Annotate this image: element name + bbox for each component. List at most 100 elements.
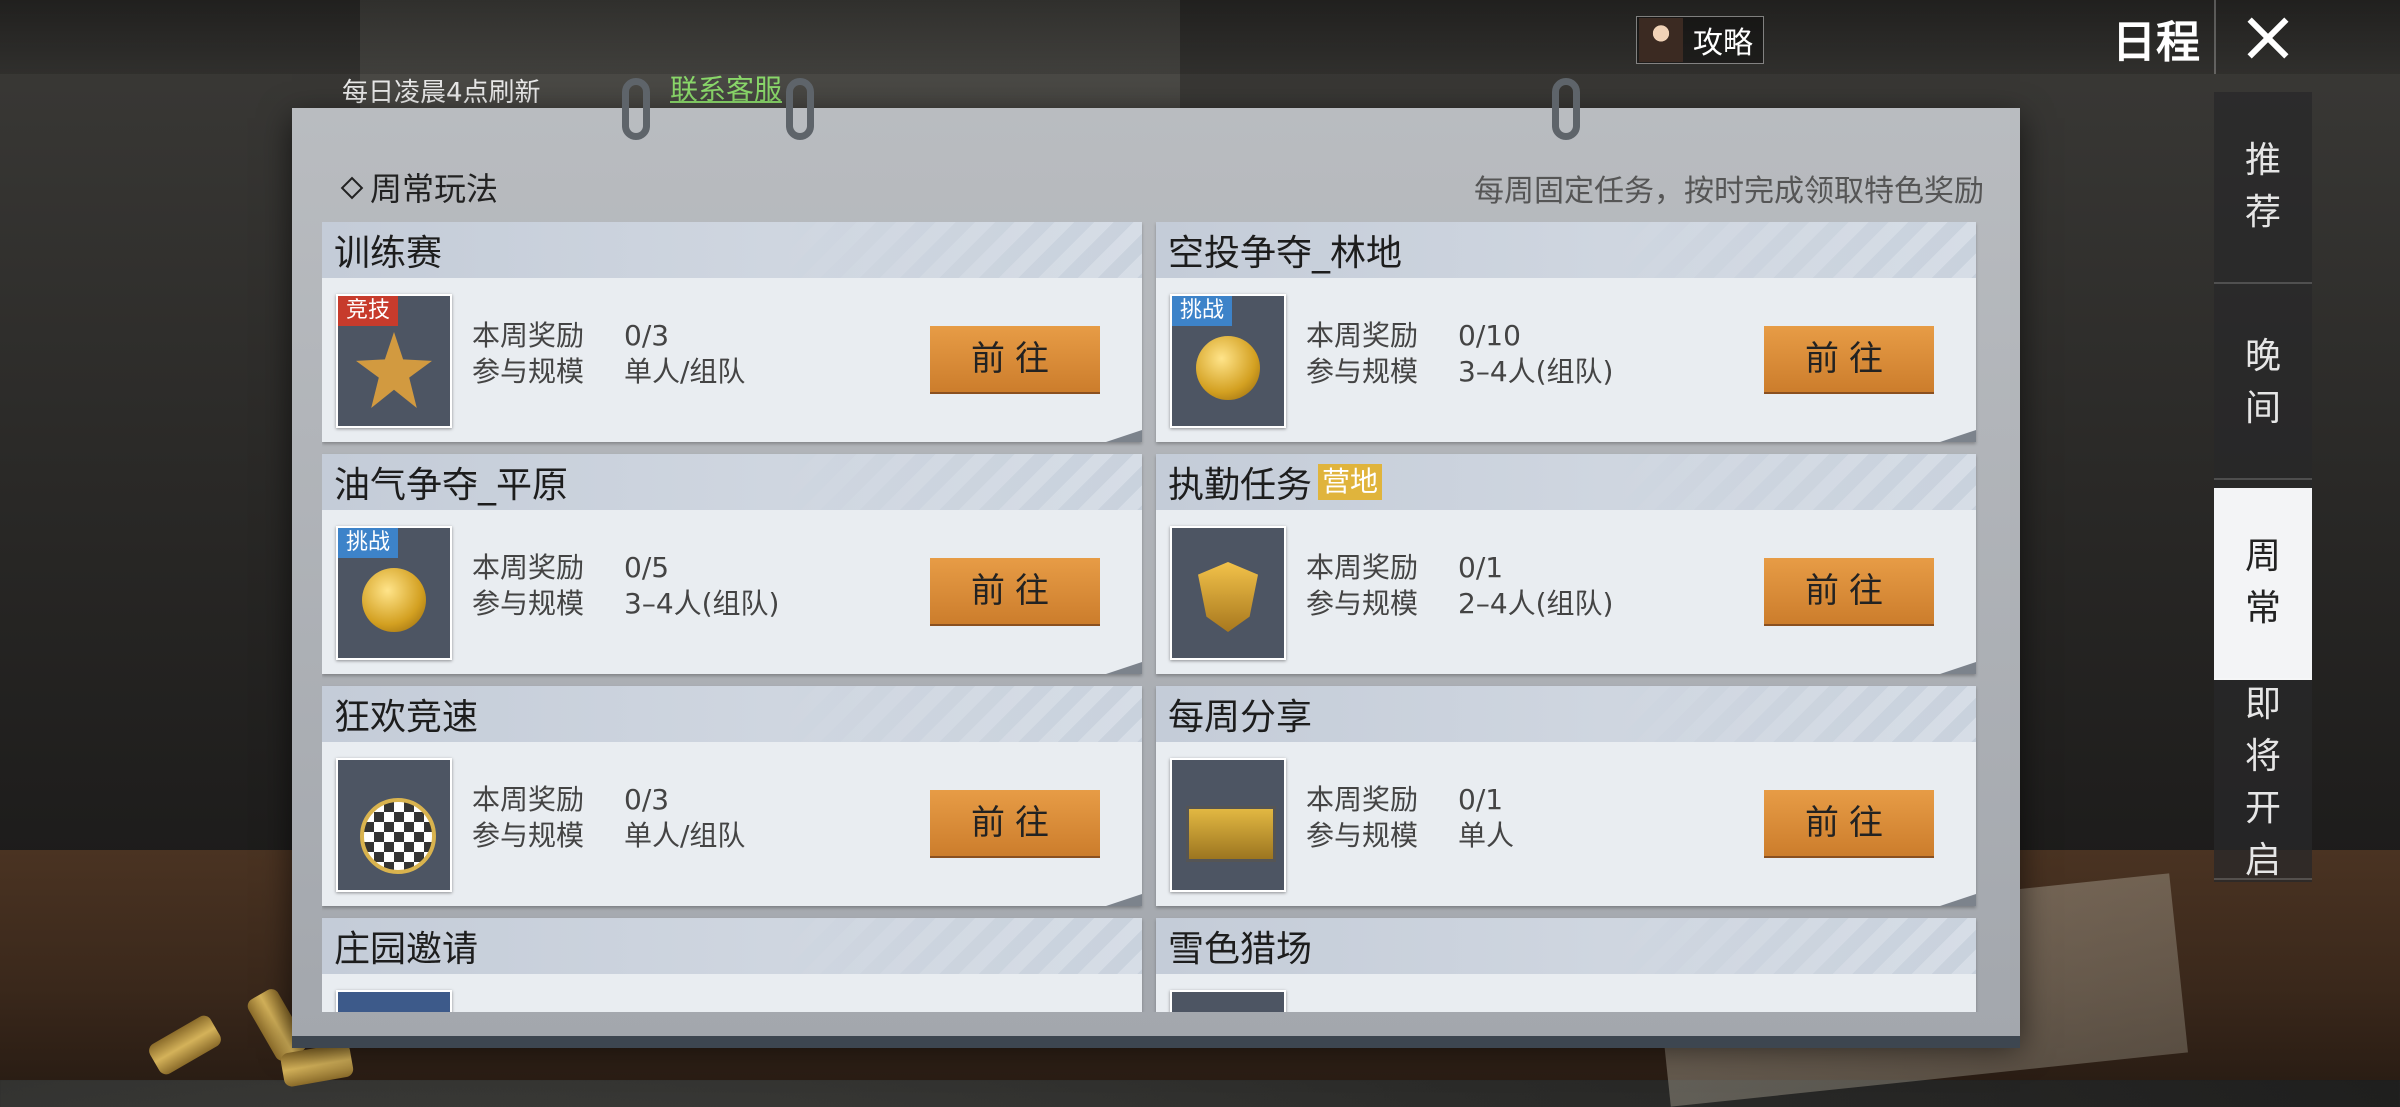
go-button[interactable]: 前往 bbox=[930, 790, 1100, 856]
page-fold bbox=[1940, 894, 1976, 906]
scale-value: 3–4人(组队) bbox=[624, 587, 780, 620]
card-header: 执勤任务 营地 bbox=[1156, 454, 1976, 510]
scale-value: 2–4人(组队) bbox=[1458, 587, 1614, 620]
card-title: 空投争夺_林地 bbox=[1168, 233, 1403, 274]
binder-ring-icon bbox=[622, 78, 650, 140]
reward-value: 0/3 bbox=[624, 319, 670, 352]
card-title: 雪色猎场 bbox=[1168, 929, 1313, 970]
reward-value: 0/1 bbox=[1458, 551, 1504, 584]
tab-recommend[interactable]: 推荐 bbox=[2214, 92, 2312, 284]
scale-value: 单人/组队 bbox=[624, 819, 746, 852]
page-fold bbox=[1106, 894, 1142, 906]
reward-value: 0/5 bbox=[624, 551, 670, 584]
tab-evening[interactable]: 晚间 bbox=[2214, 288, 2312, 480]
title-divider bbox=[2214, 0, 2216, 74]
close-icon[interactable] bbox=[2238, 8, 2298, 68]
refresh-note: 每日凌晨4点刷新 bbox=[342, 78, 541, 108]
activity-icon bbox=[1170, 758, 1286, 892]
activity-card: 庄园邀请 bbox=[322, 918, 1142, 1012]
reward-value: 0/3 bbox=[624, 783, 670, 816]
activity-icon bbox=[1170, 526, 1286, 660]
activity-grid: 训练赛 竞技 本周奖励0/3 参与规模单人/组队 前往 空投争夺_林地 挑战 bbox=[322, 222, 1982, 1012]
star-medal-icon bbox=[356, 332, 432, 408]
activity-icon bbox=[1170, 990, 1286, 1012]
camp-tag: 营地 bbox=[1318, 464, 1383, 500]
scale-value: 单人/组队 bbox=[624, 355, 746, 388]
go-button[interactable]: 前往 bbox=[1764, 326, 1934, 392]
scale-label: 参与规模 bbox=[472, 819, 585, 852]
activity-icon: 挑战 bbox=[1170, 294, 1286, 428]
scale-label: 参与规模 bbox=[1306, 355, 1419, 388]
activity-card: 执勤任务 营地 本周奖励 0/1 参与规模 2–4人(组队) 前往 bbox=[1156, 454, 1976, 674]
section-note: 每周固定任务，按时完成领取特色奖励 bbox=[1474, 174, 1984, 209]
card-header: 油气争夺_平原 bbox=[322, 454, 1142, 510]
contact-support-link[interactable]: 联系客服 bbox=[670, 68, 782, 108]
page-fold bbox=[1106, 662, 1142, 674]
go-button[interactable]: 前往 bbox=[1764, 558, 1934, 624]
activity-card: 雪色猎场 bbox=[1156, 918, 1976, 1012]
binder-ring-icon bbox=[786, 78, 814, 140]
reward-label: 本周奖励 bbox=[1306, 783, 1419, 816]
card-title: 训练赛 bbox=[334, 233, 443, 274]
page-fold bbox=[1106, 430, 1142, 442]
scale-label: 参与规模 bbox=[1306, 587, 1419, 620]
diamond-icon bbox=[340, 176, 364, 200]
card-header: 训练赛 bbox=[322, 222, 1142, 278]
scale-label: 参与规模 bbox=[472, 355, 585, 388]
mode-badge: 挑战 bbox=[1172, 296, 1233, 326]
guide-button[interactable]: 攻略 bbox=[1636, 16, 1764, 64]
scale-value: 3–4人(组队) bbox=[1458, 355, 1614, 388]
shield-emblem-icon bbox=[1198, 562, 1258, 632]
page-fold bbox=[1940, 662, 1976, 674]
scale-label: 参与规模 bbox=[1306, 819, 1419, 852]
gold-coin-icon bbox=[1196, 336, 1260, 400]
reward-value: 0/10 bbox=[1458, 319, 1521, 352]
guide-label: 攻略 bbox=[1693, 26, 1753, 61]
top-bar bbox=[0, 0, 2400, 74]
activity-icon bbox=[336, 758, 452, 892]
activity-card: 油气争夺_平原 挑战 本周奖励 0/5 参与规模 3–4人(组队) 前往 bbox=[322, 454, 1142, 674]
activity-card: 每周分享 本周奖励 0/1 参与规模 单人 前往 bbox=[1156, 686, 1976, 906]
card-title: 狂欢竞速 bbox=[334, 697, 479, 738]
avatar bbox=[1639, 18, 1683, 62]
go-button[interactable]: 前往 bbox=[930, 326, 1100, 392]
card-info: 本周奖励 0/3 参与规模 单人/组队 bbox=[472, 318, 745, 390]
card-header: 狂欢竞速 bbox=[322, 686, 1142, 742]
card-info: 本周奖励 0/3 参与规模 单人/组队 bbox=[472, 782, 745, 854]
reward-label: 本周奖励 bbox=[1306, 319, 1419, 352]
card-header: 庄园邀请 bbox=[322, 918, 1142, 974]
reward-label: 本周奖励 bbox=[472, 551, 585, 584]
reward-label: 本周奖励 bbox=[1306, 551, 1419, 584]
card-header: 每周分享 bbox=[1156, 686, 1976, 742]
card-info: 本周奖励 0/1 参与规模 2–4人(组队) bbox=[1306, 550, 1613, 622]
card-info: 本周奖励 0/5 参与规模 3–4人(组队) bbox=[472, 550, 779, 622]
reward-label: 本周奖励 bbox=[472, 319, 585, 352]
card-header: 雪色猎场 bbox=[1156, 918, 1976, 974]
card-title: 庄园邀请 bbox=[334, 929, 479, 970]
card-info: 本周奖励 0/1 参与规模 单人 bbox=[1306, 782, 1514, 854]
gold-coin-icon bbox=[362, 568, 426, 632]
scale-value: 单人 bbox=[1458, 819, 1515, 852]
activity-icon: 竞技 bbox=[336, 294, 452, 428]
page-title: 日程 bbox=[2112, 17, 2200, 68]
race-flag-coin-icon bbox=[360, 798, 436, 874]
activity-card: 训练赛 竞技 本周奖励 0/3 参与规模 单人/组队 前往 bbox=[322, 222, 1142, 442]
card-header: 空投争夺_林地 bbox=[1156, 222, 1976, 278]
activity-card: 空投争夺_林地 挑战 本周奖励 0/10 参与规模 3–4人(组队) 前往 bbox=[1156, 222, 1976, 442]
mode-badge: 挑战 bbox=[338, 528, 399, 558]
card-title: 每周分享 bbox=[1168, 697, 1313, 738]
tab-weekly[interactable]: 周常 bbox=[2214, 488, 2312, 680]
card-info: 本周奖励 0/10 参与规模 3–4人(组队) bbox=[1306, 318, 1613, 390]
tab-coming-soon[interactable]: 即将开启 bbox=[2214, 684, 2312, 881]
card-title: 油气争夺_平原 bbox=[334, 465, 569, 506]
reward-label: 本周奖励 bbox=[472, 783, 585, 816]
reward-value: 0/1 bbox=[1458, 783, 1504, 816]
go-button[interactable]: 前往 bbox=[930, 558, 1100, 624]
supply-crate-icon bbox=[1186, 806, 1276, 862]
page-fold bbox=[1940, 430, 1976, 442]
activity-icon bbox=[336, 990, 452, 1012]
scale-label: 参与规模 bbox=[472, 587, 585, 620]
section-title-text: 周常玩法 bbox=[370, 170, 499, 208]
go-button[interactable]: 前往 bbox=[1764, 790, 1934, 856]
activity-card: 狂欢竞速 本周奖励 0/3 参与规模 单人/组队 前往 bbox=[322, 686, 1142, 906]
